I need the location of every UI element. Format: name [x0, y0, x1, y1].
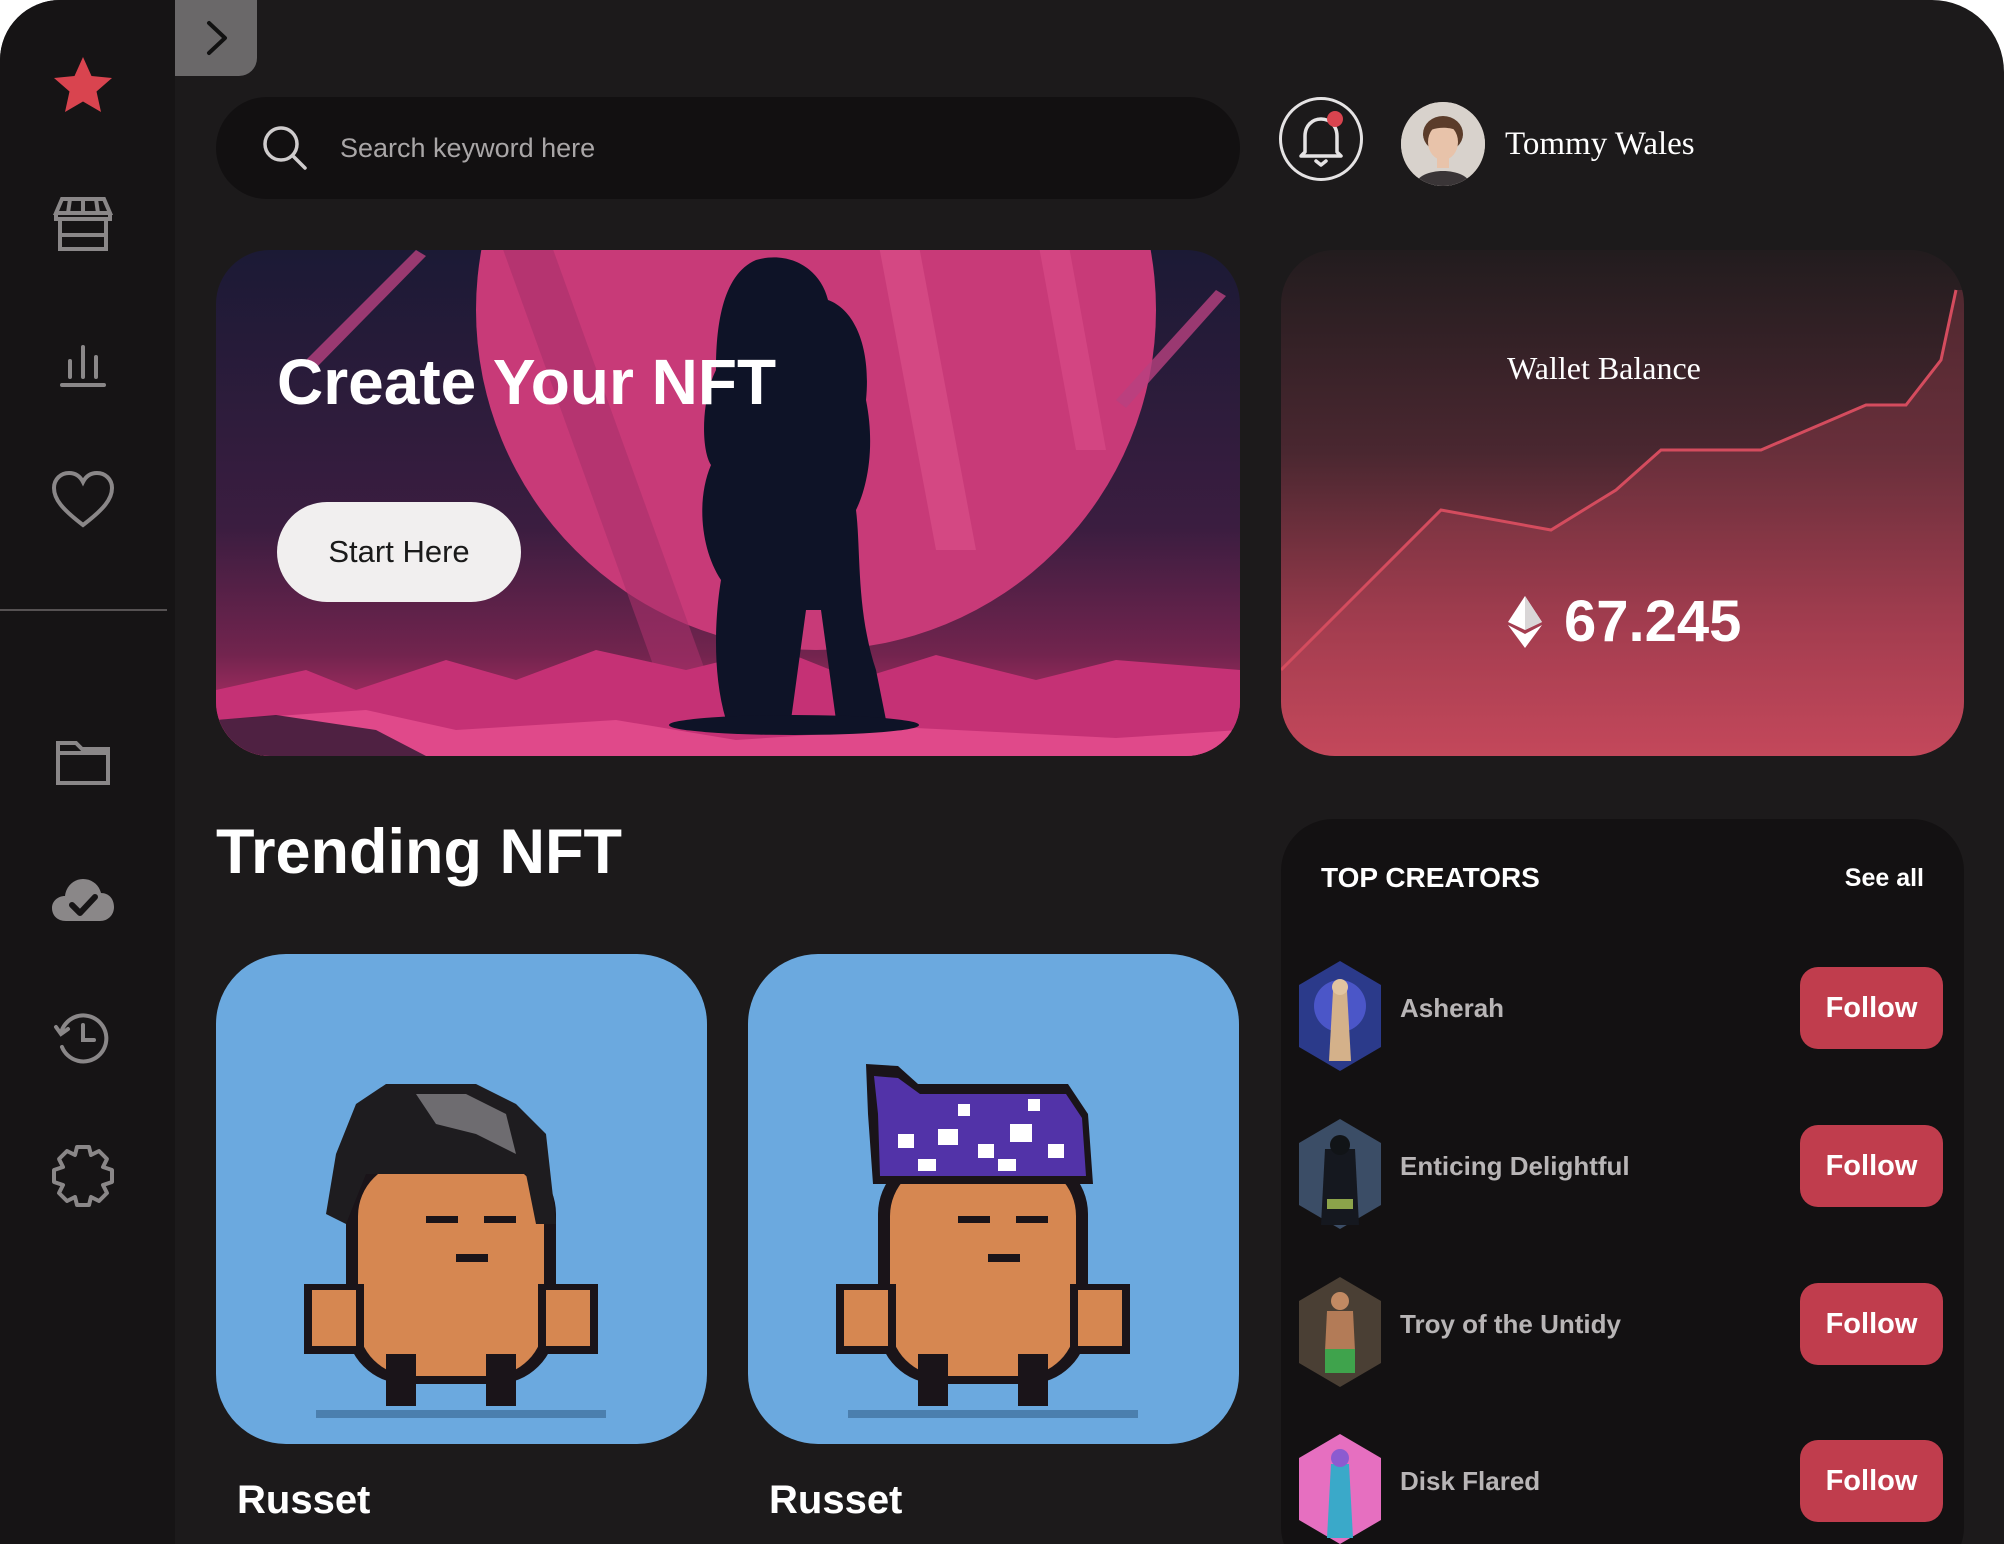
history-icon	[54, 1013, 109, 1064]
user-profile[interactable]: Tommy Wales	[1401, 102, 1695, 186]
search-input[interactable]	[340, 118, 1240, 178]
creator-row: Asherah Follow	[1299, 953, 1945, 1071]
cloud-check-icon	[52, 879, 114, 921]
creator-name: Disk Flared	[1400, 1466, 1541, 1496]
start-here-button[interactable]: Start Here	[277, 502, 521, 602]
follow-button[interactable]: Follow	[1800, 1440, 1943, 1522]
settings-icon	[52, 1145, 114, 1207]
star-icon	[54, 57, 112, 112]
creator-avatar	[1299, 1434, 1381, 1544]
notifications-button[interactable]	[1279, 97, 1363, 181]
sidebar-item-marketplace[interactable]	[43, 184, 123, 264]
see-all-link[interactable]: See all	[1845, 864, 1924, 893]
sidebar-divider	[0, 609, 167, 611]
follow-button[interactable]: Follow	[1800, 1283, 1943, 1365]
creator-row: Troy of the Untidy Follow	[1299, 1269, 1945, 1387]
top-creators-title: TOP CREATORS	[1321, 862, 1540, 893]
creator-name: Enticing Delightful	[1400, 1151, 1630, 1181]
search-bar	[216, 97, 1240, 199]
sidebar	[0, 0, 175, 1544]
nft-card-2[interactable]	[748, 954, 1239, 1444]
chevron-right-icon	[207, 21, 227, 55]
sidebar-item-stats[interactable]	[43, 322, 123, 402]
follow-button[interactable]: Follow	[1800, 967, 1943, 1049]
nft-card-1[interactable]	[216, 954, 707, 1444]
creator-row: Disk Flared Follow	[1299, 1426, 1945, 1544]
user-name: Tommy Wales	[1505, 125, 1695, 162]
avatar	[1401, 102, 1485, 186]
nft-name-1: Russet	[237, 1478, 371, 1522]
nft-name-2: Russet	[769, 1478, 903, 1522]
sidebar-toggle-button[interactable]	[175, 0, 257, 76]
folder-icon	[56, 741, 110, 785]
follow-button[interactable]: Follow	[1800, 1125, 1943, 1207]
sidebar-item-favorites[interactable]	[43, 46, 123, 126]
create-nft-banner: Create Your NFT Start Here	[216, 250, 1240, 756]
top-creators-panel: TOP CREATORS See all Asherah Follow Enti…	[1281, 819, 1964, 1544]
creator-avatar	[1299, 1277, 1381, 1387]
creator-name: Asherah	[1400, 993, 1505, 1023]
wallet-amount-value: 67.245	[1564, 589, 1742, 654]
creator-avatar	[1299, 961, 1381, 1071]
wallet-balance-card: Wallet Balance 67.245	[1281, 250, 1964, 756]
creator-avatar	[1299, 1119, 1381, 1229]
ethereum-icon	[1508, 595, 1542, 648]
app-window: Tommy Wales Create Your NFT Start Here W…	[0, 0, 2004, 1544]
store-icon	[52, 197, 114, 251]
wallet-amount: 67.245	[1508, 588, 1741, 655]
nft-pixel-art	[304, 1084, 606, 1418]
wallet-title: Wallet Balance	[1507, 350, 1701, 386]
heart-icon	[51, 470, 115, 528]
search-icon	[263, 126, 307, 170]
creator-row: Enticing Delightful Follow	[1299, 1111, 1945, 1229]
banner-title: Create Your NFT	[277, 346, 777, 418]
balance-trend-line	[1281, 289, 1964, 756]
notification-dot	[1327, 111, 1343, 127]
sidebar-item-cloud[interactable]	[43, 860, 123, 940]
sidebar-item-settings[interactable]	[43, 1136, 123, 1216]
sidebar-item-folder[interactable]	[43, 722, 123, 802]
trending-title: Trending NFT	[216, 817, 622, 887]
sidebar-item-liked[interactable]	[43, 460, 123, 540]
nft-pixel-art	[836, 1064, 1138, 1418]
creator-name: Troy of the Untidy	[1400, 1309, 1621, 1339]
sidebar-item-history[interactable]	[43, 998, 123, 1078]
chart-icon	[60, 345, 106, 387]
